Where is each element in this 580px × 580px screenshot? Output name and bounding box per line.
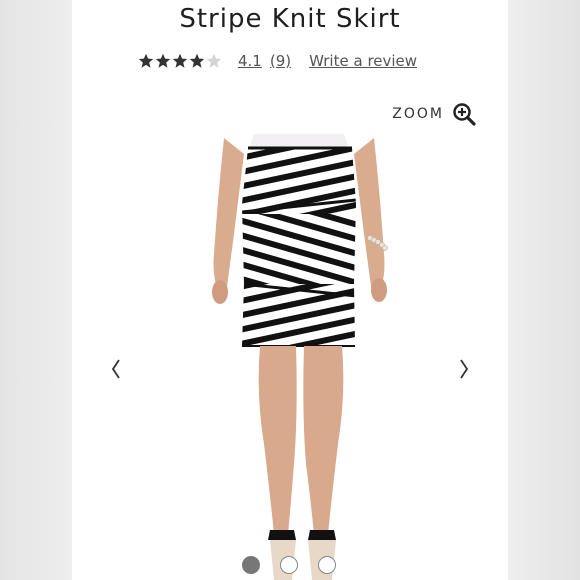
star-rating (138, 53, 222, 69)
rating-value-link[interactable]: 4.1 (238, 52, 262, 70)
next-image-arrow-icon[interactable] (456, 357, 472, 381)
gallery-dot-2[interactable] (280, 556, 298, 574)
gallery-dot-1[interactable] (242, 556, 260, 574)
write-review-link[interactable]: Write a review (309, 52, 417, 70)
star-empty-icon (206, 53, 222, 68)
gallery-pagination (242, 556, 336, 574)
zoom-label: ZOOM (392, 106, 444, 122)
star-icon (138, 53, 154, 68)
product-image (212, 134, 388, 580)
page-background-left (0, 0, 72, 580)
rating-row: 4.1 (9) Write a review (138, 50, 417, 72)
page-background-right (508, 0, 580, 580)
star-icon (189, 53, 205, 68)
review-count-link[interactable]: (9) (270, 52, 291, 70)
zoom-button[interactable]: ZOOM (392, 102, 476, 126)
previous-image-arrow-icon[interactable] (108, 357, 124, 381)
product-panel: Stripe Knit Skirt 4.1 (9) Write a review… (72, 0, 508, 580)
zoom-in-icon (453, 103, 476, 126)
gallery-dot-3[interactable] (318, 556, 336, 574)
product-title: Stripe Knit Skirt (179, 4, 401, 34)
star-icon (155, 53, 171, 68)
star-icon (172, 53, 188, 68)
